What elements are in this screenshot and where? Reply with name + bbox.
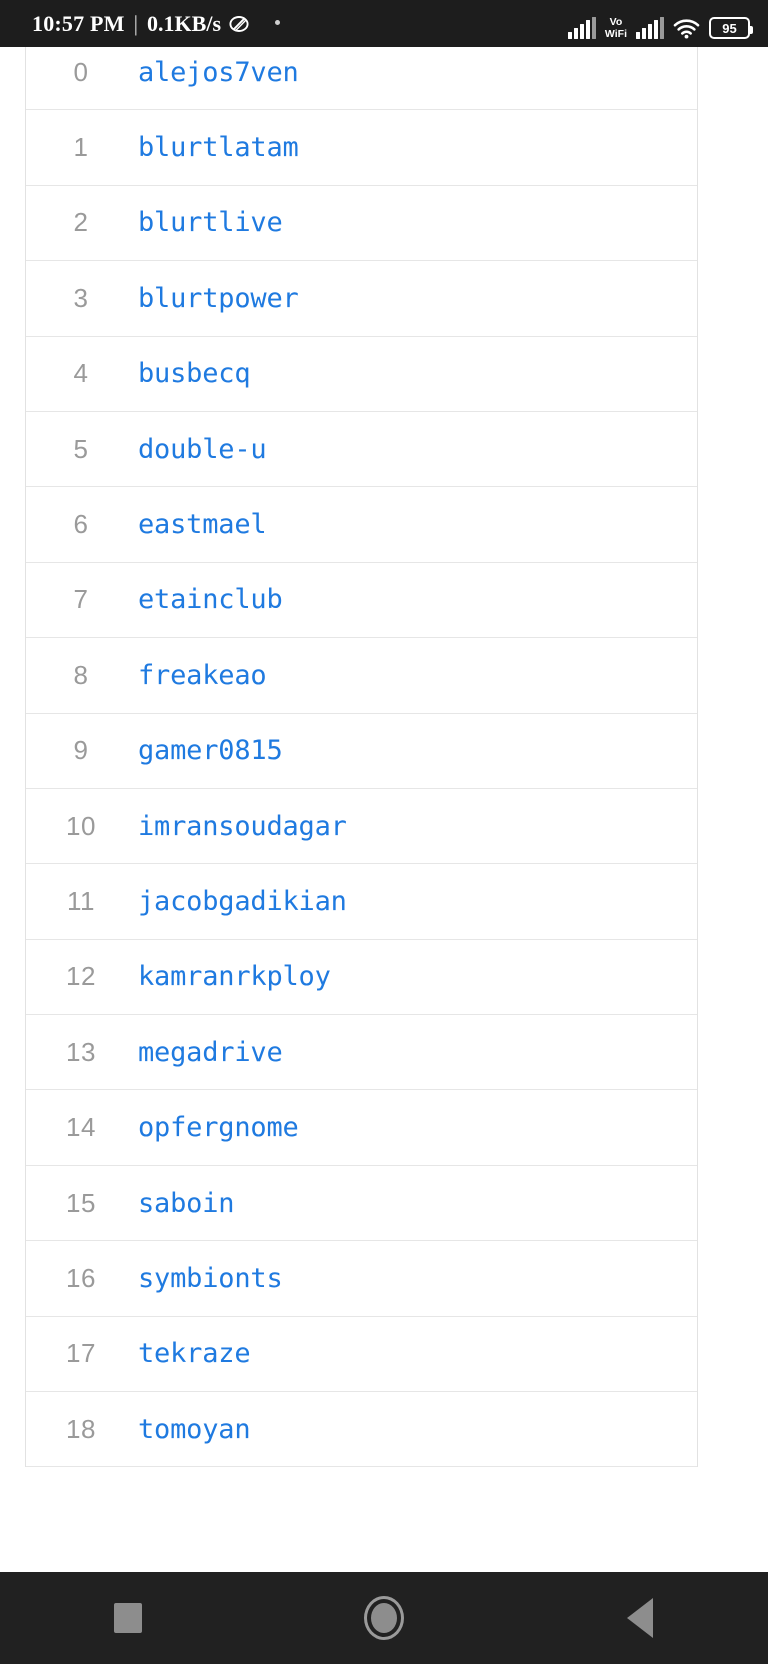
account-name-link[interactable]: busbecq <box>136 358 697 389</box>
account-name-link[interactable]: saboin <box>136 1188 697 1219</box>
account-name-link[interactable]: blurtpower <box>136 283 697 314</box>
account-name-link[interactable]: gamer0815 <box>136 735 697 766</box>
table-row[interactable]: 15 saboin <box>26 1165 697 1242</box>
row-index-cell: 3 <box>73 282 89 313</box>
table-row[interactable]: 12 kamranrkploy <box>26 939 697 1016</box>
status-separator: | <box>133 10 139 36</box>
account-table: 0 alejos7ven 1 blurtlatam 2 blurtlive 3 blurtpo… <box>25 47 698 1468</box>
table-row[interactable]: 2 blurtlive <box>26 185 697 262</box>
row-index-cell: 5 <box>73 433 89 464</box>
table-row[interactable]: 6 eastmael <box>26 487 697 563</box>
volte-line-1: Vo <box>609 16 623 28</box>
back-triangle-icon <box>627 1598 653 1638</box>
table-row[interactable]: 11 jacobgadikian <box>26 864 697 940</box>
table-row[interactable]: 8 freakeao <box>26 638 697 714</box>
row-index-cell: 8 <box>73 659 89 690</box>
account-name-link[interactable]: tomoyan <box>136 1414 697 1445</box>
table-row[interactable]: 5 double-u <box>26 411 697 488</box>
account-name-link[interactable]: megadrive <box>136 1037 697 1068</box>
account-name-link[interactable]: freakeao <box>136 660 697 691</box>
status-bar: 10:57 PM | 0.1KB/s Vo WiFi 95 <box>0 0 768 47</box>
table-row[interactable]: 13 megadrive <box>26 1015 697 1091</box>
phone-screen: 10:57 PM | 0.1KB/s Vo WiFi 95 0 alejos7v… <box>0 0 768 1664</box>
notification-dot-icon <box>275 20 281 25</box>
recents-button[interactable] <box>58 1572 198 1664</box>
table-row[interactable]: 7 etainclub <box>26 562 697 639</box>
circle-icon <box>364 1596 404 1640</box>
account-name-link[interactable]: eastmael <box>136 509 697 540</box>
square-icon <box>114 1603 142 1633</box>
row-index-cell: 7 <box>73 584 89 615</box>
row-index-cell: 18 <box>66 1413 96 1444</box>
status-bar-left: 10:57 PM | 0.1KB/s <box>32 10 281 37</box>
cellular-signal-icon-2 <box>636 17 664 39</box>
account-name-link[interactable]: opfergnome <box>136 1112 697 1143</box>
battery-level-label: 95 <box>722 20 737 36</box>
account-name-link[interactable]: symbionts <box>136 1263 697 1294</box>
main-content[interactable]: 0 alejos7ven 1 blurtlatam 2 blurtlive 3 blurtpo… <box>0 47 768 1572</box>
account-name-link[interactable]: etainclub <box>136 584 697 615</box>
table-row[interactable]: 18 tomoyan <box>26 1392 697 1468</box>
account-name-link[interactable]: kamranrkploy <box>136 961 697 992</box>
table-row[interactable]: 16 symbionts <box>26 1241 697 1317</box>
account-name-link[interactable]: blurtlatam <box>136 132 697 163</box>
row-index-cell: 14 <box>66 1112 96 1143</box>
row-index-cell: 10 <box>66 810 96 841</box>
battery-icon: 95 <box>709 17 753 39</box>
wifi-icon <box>673 18 700 39</box>
clock-label: 10:57 PM <box>32 10 125 36</box>
table-row[interactable]: 3 blurtpower <box>26 261 697 337</box>
row-index-cell: 0 <box>73 57 89 88</box>
table-row[interactable]: 9 gamer0815 <box>26 713 697 789</box>
network-speed-label: 0.1KB/s <box>147 10 222 36</box>
status-bar-right: Vo WiFi 95 <box>567 0 753 47</box>
row-index-cell: 17 <box>66 1338 96 1369</box>
row-index-cell: 12 <box>66 961 96 992</box>
dnd-slash-icon <box>227 12 251 36</box>
row-index-cell: 4 <box>73 358 89 389</box>
row-index-cell: 13 <box>66 1036 96 1067</box>
account-name-link[interactable]: alejos7ven <box>136 57 697 88</box>
account-name-link[interactable]: jacobgadikian <box>136 886 697 917</box>
table-row[interactable]: 0 alejos7ven <box>26 47 697 111</box>
row-index-cell: 11 <box>67 885 95 916</box>
volte-wifi-icon: Vo WiFi <box>605 13 627 39</box>
home-button[interactable] <box>314 1572 454 1664</box>
cellular-signal-icon <box>567 17 596 39</box>
row-index-cell: 9 <box>73 735 89 766</box>
account-name-link[interactable]: tekraze <box>136 1338 697 1369</box>
row-index-cell: 15 <box>66 1187 96 1218</box>
volte-line-2: WiFi <box>604 27 627 40</box>
row-index-cell: 1 <box>73 132 89 163</box>
table-row[interactable]: 17 tekraze <box>26 1316 697 1393</box>
account-name-link[interactable]: double-u <box>136 434 697 465</box>
table-row[interactable]: 14 opfergnome <box>26 1090 697 1166</box>
account-name-link[interactable]: imransoudagar <box>136 811 697 842</box>
account-name-link[interactable]: blurtlive <box>136 207 697 238</box>
table-row[interactable]: 10 imransoudagar <box>26 788 697 865</box>
row-index-cell: 16 <box>66 1262 96 1293</box>
back-button[interactable] <box>570 1572 710 1664</box>
table-row[interactable]: 4 busbecq <box>26 336 697 412</box>
table-row[interactable]: 1 blurtlatam <box>26 110 697 186</box>
row-index-cell: 2 <box>73 207 89 238</box>
android-navigation-bar <box>0 1572 768 1664</box>
row-index-cell: 6 <box>73 509 89 540</box>
